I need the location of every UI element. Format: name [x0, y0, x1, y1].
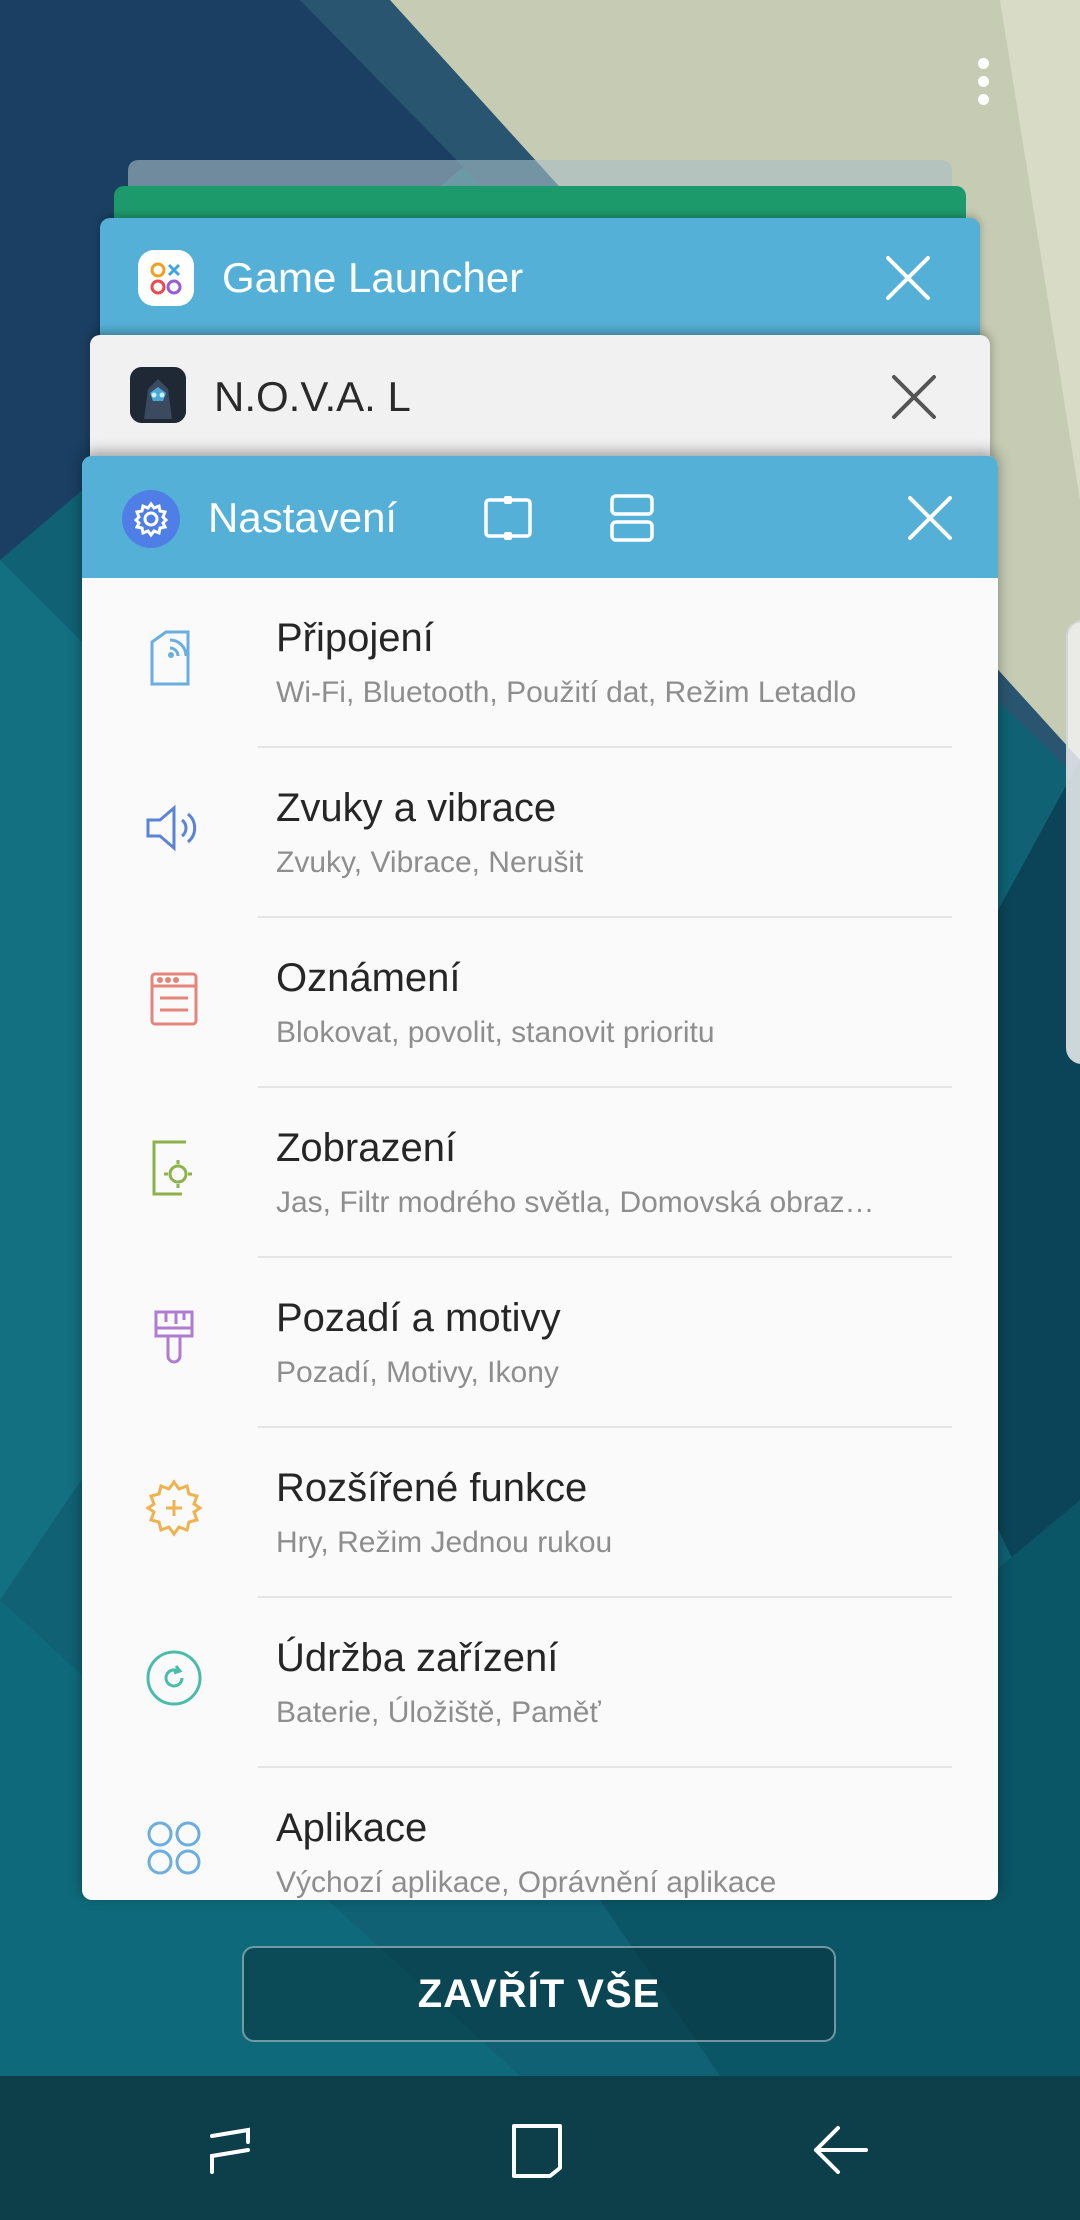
settings-item-apps[interactable]: Aplikace Výchozí aplikace, Oprávnění apl…: [82, 1768, 998, 1900]
settings-item-title: Aplikace: [276, 1806, 428, 1850]
navigation-bar: [0, 2076, 1080, 2220]
recent-card-game-launcher[interactable]: Game Launcher: [100, 218, 980, 338]
close-icon: [908, 496, 952, 540]
settings-item-title: Údržba zařízení: [276, 1636, 559, 1680]
edge-panel-handle[interactable]: [1066, 620, 1080, 1064]
more-dot: [978, 94, 989, 105]
home-button[interactable]: [502, 2116, 572, 2186]
settings-item-subtitle: Výchozí aplikace, Oprávnění aplikace: [276, 1866, 777, 1899]
settings-item-display[interactable]: Zobrazení Jas, Filtr modrého světla, Dom…: [82, 1088, 998, 1258]
close-icon: [892, 375, 936, 419]
display-icon: [142, 1136, 206, 1200]
back-button[interactable]: [806, 2116, 876, 2186]
recents-button[interactable]: [200, 2116, 270, 2186]
settings-item-title: Zvuky a vibrace: [276, 786, 557, 830]
settings-item-subtitle: Zvuky, Vibrace, Nerušit: [276, 846, 584, 879]
settings-item-wallpapers[interactable]: Pozadí a motivy Pozadí, Motivy, Ikony: [82, 1258, 998, 1428]
advanced-gear-icon: [142, 1476, 206, 1540]
settings-item-subtitle: Blokovat, povolit, stanovit prioritu: [276, 1016, 715, 1049]
settings-item-subtitle: Hry, Režim Jednou rukou: [276, 1526, 613, 1559]
game-launcher-icon: [138, 250, 194, 306]
settings-item-subtitle: Pozadí, Motivy, Ikony: [276, 1356, 559, 1389]
settings-item-title: Připojení: [276, 616, 434, 660]
home-icon: [512, 2124, 562, 2178]
split-screen-icon: [610, 494, 654, 542]
close-card-button[interactable]: [878, 248, 938, 308]
more-dot: [978, 58, 989, 69]
pop-up-view-button[interactable]: [476, 486, 540, 550]
brush-icon: [142, 1306, 206, 1370]
card-title: N.O.V.A. L: [214, 373, 411, 420]
popup-view-icon: [484, 496, 532, 540]
settings-card-header: Nastavení: [82, 456, 998, 578]
connection-icon: [142, 626, 206, 690]
settings-item-title: Rozšířené funkce: [276, 1466, 588, 1510]
maintenance-icon: [142, 1646, 206, 1710]
notification-icon: [142, 966, 206, 1030]
more-options-button[interactable]: [964, 50, 1004, 110]
split-screen-button[interactable]: [600, 486, 664, 550]
speaker-icon: [142, 796, 206, 860]
settings-app-icon: [122, 490, 180, 548]
settings-item-advanced[interactable]: Rozšířené funkce Hry, Režim Jednou rukou: [82, 1428, 998, 1598]
recent-card-nova[interactable]: N.O.V.A. L: [90, 335, 990, 459]
apps-icon: [142, 1816, 206, 1880]
recent-card-settings[interactable]: Nastavení Připojení Wi-Fi, Bluetooth, Po…: [82, 456, 998, 1900]
recents-icon: [210, 2127, 250, 2174]
nova-app-icon: [130, 367, 186, 423]
settings-item-subtitle: Jas, Filtr modrého světla, Domovská obra…: [276, 1186, 875, 1219]
settings-item-subtitle: Wi-Fi, Bluetooth, Použití dat, Režim Let…: [276, 676, 857, 709]
settings-item-title: Oznámení: [276, 956, 461, 1000]
close-all-button[interactable]: ZAVŘÍT VŠE: [242, 1946, 836, 2042]
settings-item-connections[interactable]: Připojení Wi-Fi, Bluetooth, Použití dat,…: [82, 578, 998, 748]
back-arrow-icon: [814, 2126, 868, 2174]
settings-item-device-maintenance[interactable]: Údržba zařízení Baterie, Úložiště, Paměť: [82, 1598, 998, 1768]
close-card-button[interactable]: [884, 367, 944, 427]
settings-item-title: Zobrazení: [276, 1126, 457, 1170]
more-dot: [978, 76, 989, 87]
settings-item-sounds[interactable]: Zvuky a vibrace Zvuky, Vibrace, Nerušit: [82, 748, 998, 918]
settings-item-subtitle: Baterie, Úložiště, Paměť: [276, 1696, 601, 1729]
card-title: Nastavení: [208, 494, 398, 541]
close-icon: [886, 256, 930, 300]
settings-item-notifications[interactable]: Oznámení Blokovat, povolit, stanovit pri…: [82, 918, 998, 1088]
settings-item-title: Pozadí a motivy: [276, 1296, 561, 1340]
close-card-button[interactable]: [898, 486, 962, 550]
card-title: Game Launcher: [222, 254, 524, 301]
